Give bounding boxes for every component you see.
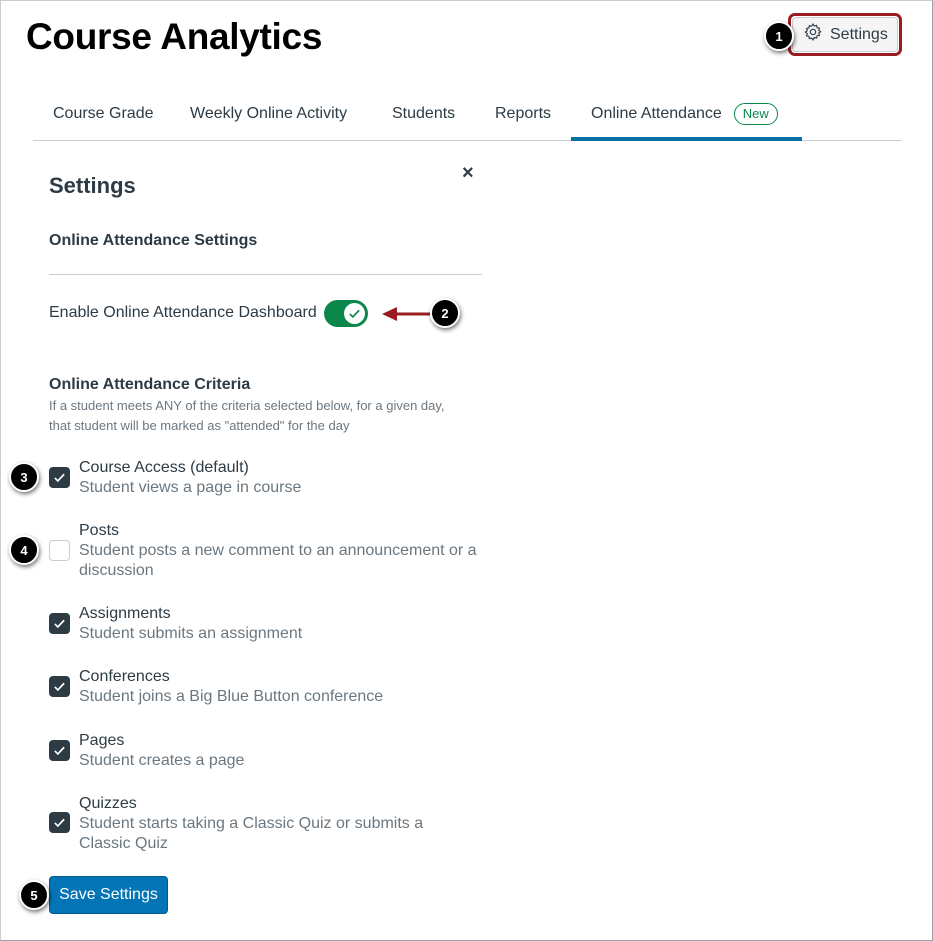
callout-2: 2 (430, 298, 460, 328)
divider (49, 274, 482, 275)
arrow-left-icon (382, 307, 430, 321)
tab-label: Students (392, 104, 456, 122)
page-title: Course Analytics (26, 16, 323, 57)
criterion-description: Student views a page in course (79, 479, 302, 496)
tab-course-grade[interactable]: Course Grade (53, 86, 154, 141)
callout-1: 1 (764, 21, 794, 51)
criterion-description: Student posts a new comment to an announ… (79, 542, 477, 579)
criteria-title: Online Attendance Criteria (49, 376, 251, 393)
conferences-checkbox[interactable] (49, 676, 70, 697)
tab-online-attendance[interactable]: Online Attendance New (571, 86, 802, 141)
check-icon (349, 309, 360, 319)
attendance-dashboard-toggle[interactable] (324, 300, 368, 327)
criterion-label: Course Access (default) (79, 459, 249, 476)
toggle-label: Enable Online Attendance Dashboard (49, 304, 317, 321)
callout-5: 5 (19, 880, 49, 910)
criterion-label: Assignments (79, 605, 171, 622)
save-settings-button[interactable]: Save Settings (49, 876, 168, 914)
assignments-checkbox[interactable] (49, 613, 70, 634)
new-badge: New (733, 102, 778, 125)
tab-label: Online Attendance (591, 104, 722, 122)
check-icon (54, 473, 65, 483)
tab-students[interactable]: Students (392, 86, 455, 141)
tab-label: Course Grade (53, 104, 154, 122)
toggle-knob (344, 303, 365, 324)
settings-button[interactable]: Settings (792, 17, 898, 52)
criterion-description: Student starts taking a Classic Quiz or … (79, 815, 424, 852)
quizzes-checkbox[interactable] (49, 812, 70, 833)
panel-title: Settings (49, 173, 136, 198)
callout-4: 4 (9, 535, 39, 565)
close-icon[interactable]: × (462, 162, 474, 185)
tab-reports[interactable]: Reports (495, 86, 551, 141)
settings-button-label: Settings (830, 25, 888, 43)
criterion-description: Student submits an assignment (79, 625, 303, 642)
course-access-checkbox[interactable] (49, 467, 70, 488)
tab-label: Weekly Online Activity (190, 104, 348, 122)
tab-label: Reports (495, 104, 552, 122)
callout-3: 3 (9, 462, 39, 492)
tab-bar: Course Grade Weekly Online Activity Stud… (33, 86, 902, 141)
section-title: Online Attendance Settings (49, 232, 258, 249)
check-icon (54, 619, 65, 629)
gear-icon (803, 22, 823, 47)
criterion-label: Posts (79, 522, 120, 539)
criterion-label: Quizzes (79, 795, 137, 812)
check-icon (54, 818, 65, 828)
criterion-label: Conferences (79, 668, 170, 685)
pages-checkbox[interactable] (49, 740, 70, 761)
criteria-description: If a student meets ANY of the criteria s… (49, 398, 445, 433)
check-icon (54, 746, 65, 756)
criterion-label: Pages (79, 732, 125, 749)
check-icon (54, 682, 65, 692)
criterion-description: Student creates a page (79, 752, 245, 769)
posts-checkbox[interactable] (49, 540, 70, 561)
criterion-description: Student joins a Big Blue Button conferen… (79, 688, 384, 705)
tab-weekly-online-activity[interactable]: Weekly Online Activity (190, 86, 347, 141)
